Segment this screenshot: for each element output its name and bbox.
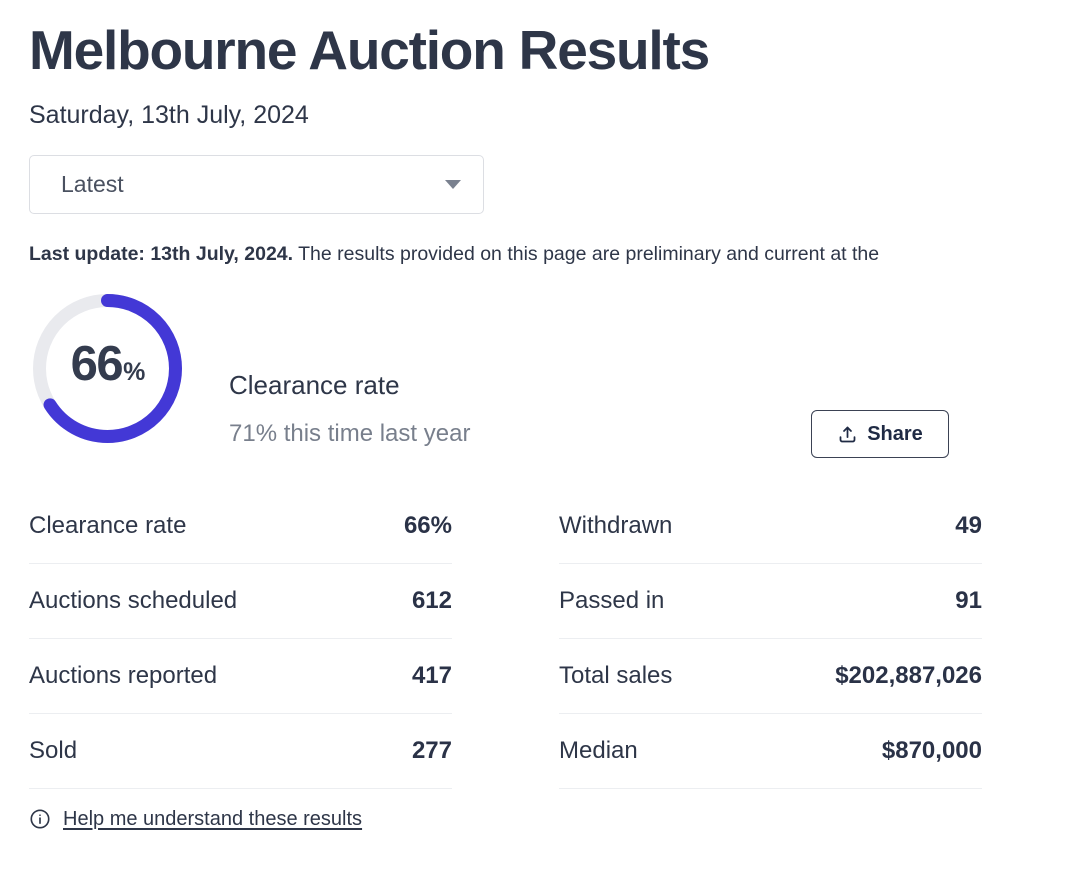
last-update-date: Last update: 13th July, 2024.: [29, 243, 294, 265]
stat-value: 417: [411, 662, 452, 689]
table-row: Withdrawn 49: [559, 489, 982, 564]
share-upload-icon: [839, 426, 856, 442]
clearance-rate-comparison: 71% this time last year: [229, 420, 471, 447]
stat-value: 277: [411, 737, 452, 764]
stat-label: Auctions reported: [29, 662, 218, 689]
table-row: Median $870,000: [559, 714, 982, 789]
clearance-rate-labels: Clearance rate 71% this time last year: [229, 286, 470, 448]
clearance-rate-donut-chart: [33, 294, 182, 443]
clearance-rate-label: Clearance rate: [229, 370, 400, 400]
stat-label: Clearance rate: [29, 512, 187, 539]
stat-value: 66%: [403, 512, 452, 539]
table-row: Passed in 91: [559, 564, 982, 639]
stat-label: Median: [559, 737, 638, 764]
table-row: Auctions reported 417: [29, 639, 452, 714]
last-update-notice: Last update: 13th July, 2024. The result…: [29, 242, 1080, 266]
share-button[interactable]: Share: [811, 410, 949, 458]
auction-statistics: Clearance rate 66% Auctions scheduled 61…: [29, 489, 1051, 789]
stat-value: 612: [411, 587, 452, 614]
stat-value: $202,887,026: [835, 662, 982, 689]
stat-label: Auctions scheduled: [29, 587, 238, 614]
stat-label: Passed in: [559, 587, 665, 614]
table-row: Clearance rate 66%: [29, 489, 452, 564]
results-period-select-value: Latest: [61, 171, 124, 197]
stat-value: 91: [955, 587, 982, 614]
results-period-select[interactable]: Latest: [29, 155, 484, 214]
chevron-down-icon: [445, 180, 461, 189]
share-button-label: Share: [867, 423, 923, 445]
page-title: Melbourne Auction Results: [29, 19, 710, 81]
statistics-column-left: Clearance rate 66% Auctions scheduled 61…: [29, 489, 452, 789]
stat-value: 49: [955, 512, 982, 539]
auction-results-page: Melbourne Auction Results Saturday, 13th…: [0, 0, 1080, 892]
last-update-text: The results provided on this page are pr…: [293, 243, 880, 265]
page-subtitle-date: Saturday, 13th July, 2024: [29, 101, 309, 129]
stat-value: $870,000: [881, 737, 982, 764]
help-understand-results-link[interactable]: Help me understand these results: [63, 807, 362, 831]
stat-label: Total sales: [559, 662, 673, 689]
clearance-rate-summary: 66 % Clearance rate 71% this time last y…: [29, 286, 1051, 476]
stat-label: Withdrawn: [559, 512, 673, 539]
table-row: Total sales $202,887,026: [559, 639, 982, 714]
statistics-column-right: Withdrawn 49 Passed in 91 Total sales $2…: [559, 489, 982, 789]
info-circle-icon: [30, 809, 50, 829]
table-row: Auctions scheduled 612: [29, 564, 452, 639]
table-row: Sold 277: [29, 714, 452, 789]
help-link-row[interactable]: Help me understand these results: [29, 807, 1051, 831]
stat-label: Sold: [29, 737, 78, 764]
